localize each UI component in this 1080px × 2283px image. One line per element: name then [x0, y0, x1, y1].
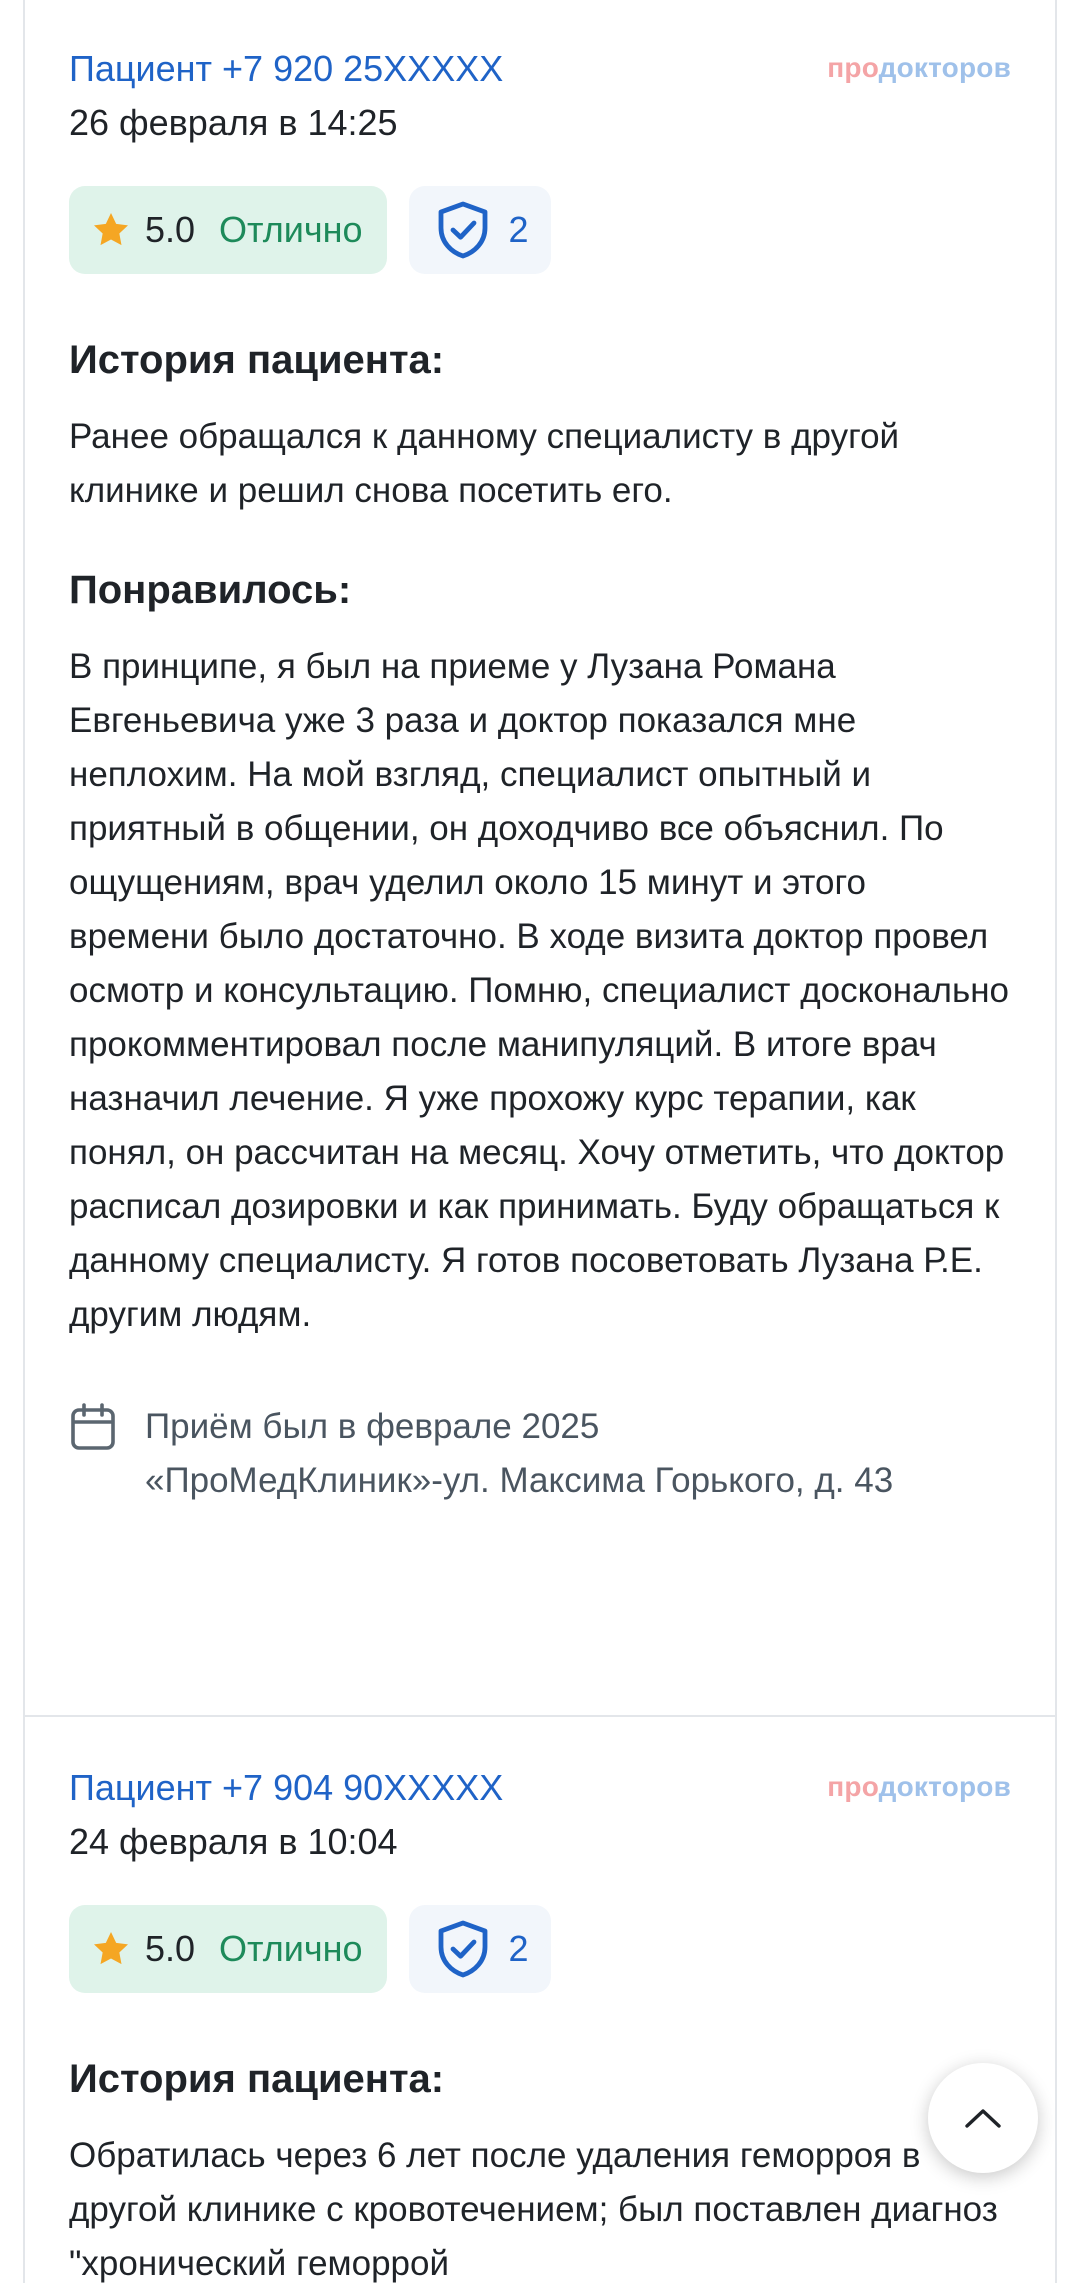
- rating-badge[interactable]: 5.0 Отлично: [69, 1905, 387, 1993]
- history-title: История пациента:: [69, 338, 445, 382]
- shield-check-icon: [438, 201, 487, 259]
- verified-badge[interactable]: 2: [408, 186, 551, 274]
- visit-date: Приём был в феврале 2025: [145, 1407, 600, 1446]
- scroll-to-top-button[interactable]: [928, 2063, 1038, 2173]
- review-badges: 5.0 Отлично 2: [69, 186, 1011, 274]
- review-badges: 5.0 Отлично 2: [69, 1905, 1011, 1993]
- chevron-up-icon: [965, 2109, 1001, 2128]
- liked-text: В принципе, я был на приеме у Лузана Ром…: [69, 647, 1009, 1334]
- review-header: Пациент +7 920 25XXXXX 26 февраля в 14:2…: [69, 0, 1011, 144]
- history-text: Обратилась через 6 лет после удаления ге…: [69, 2136, 998, 2283]
- review-date: 26 февраля в 14:25: [69, 102, 398, 143]
- rating-value: 5.0: [145, 209, 196, 250]
- reviews-page: Пациент +7 920 25XXXXX 26 февраля в 14:2…: [0, 0, 1080, 2283]
- prodoctorov-logo: продокторов: [827, 1771, 1011, 1802]
- verified-badge[interactable]: 2: [408, 1905, 551, 1993]
- visit-place: «ПроМедКлиник»-ул. Максима Горького, д. …: [145, 1461, 894, 1500]
- review-card: Пациент +7 904 90XXXXX 24 февраля в 10:0…: [25, 1719, 1055, 2283]
- review-header: Пациент +7 904 90XXXXX 24 февраля в 10:0…: [69, 1719, 1011, 1863]
- rating-label: Отлично: [219, 209, 363, 250]
- rating-label: Отлично: [219, 1928, 363, 1969]
- history-title: История пациента:: [69, 2057, 445, 2101]
- star-icon: [94, 1932, 128, 1965]
- review-date: 24 февраля в 10:04: [69, 1821, 398, 1862]
- visit-info: Приём был в феврале 2025 «ПроМедКлиник»-…: [69, 1400, 1011, 1508]
- rating-value: 5.0: [145, 1928, 196, 1969]
- calendar-icon: [71, 1403, 115, 1450]
- prodoctorov-logo: продокторов: [827, 52, 1011, 83]
- star-icon: [94, 213, 128, 246]
- rating-badge[interactable]: 5.0 Отлично: [69, 186, 387, 274]
- shield-check-icon: [438, 1920, 487, 1978]
- right-border: [1055, 0, 1057, 2283]
- liked-title: Понравилось:: [69, 568, 352, 612]
- verified-count: 2: [508, 1928, 529, 1969]
- history-text: Ранее обращался к данному специалисту в …: [69, 417, 900, 510]
- review-card: Пациент +7 920 25XXXXX 26 февраля в 14:2…: [25, 0, 1055, 1717]
- verified-count: 2: [508, 209, 529, 250]
